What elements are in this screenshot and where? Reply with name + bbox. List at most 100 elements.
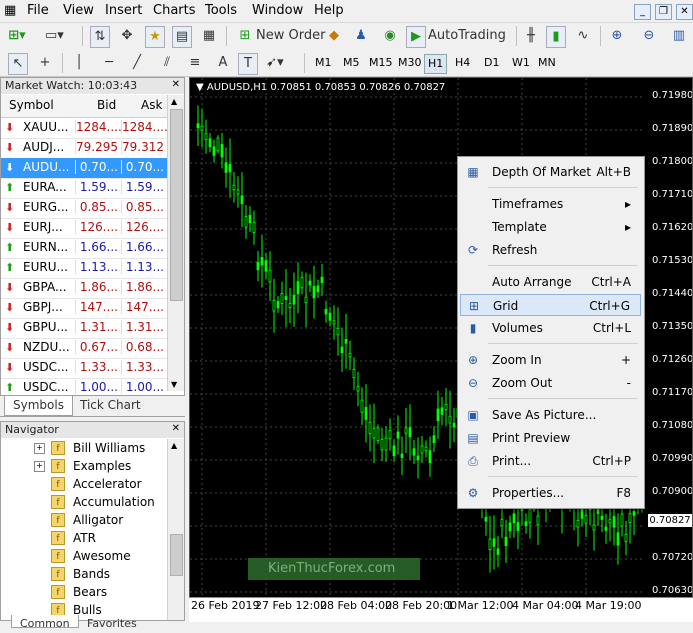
market-watch-row[interactable]: ⬇ USDC... 1.33... 1.33... xyxy=(1,358,169,379)
crosshair-icon[interactable]: + xyxy=(36,53,54,73)
navigator-item[interactable]: f Accelerator xyxy=(1,476,169,494)
timeframe-h4[interactable]: H4 xyxy=(452,54,473,72)
market-watch-row[interactable]: ⬇ GBPU... 1.31... 1.31... xyxy=(1,318,169,339)
line-chart-icon[interactable]: ∿ xyxy=(574,26,592,46)
expand-icon[interactable]: + xyxy=(34,461,45,472)
signals-icon[interactable]: ◉ xyxy=(381,26,399,46)
market-watch-row[interactable]: ⬇ GBPA... 1.86... 1.86... xyxy=(1,278,169,299)
menu-item-timeframes[interactable]: Timeframes ▸ xyxy=(460,193,641,215)
timeframe-d1[interactable]: D1 xyxy=(481,54,502,72)
menu-item-depth-of-market[interactable]: ▦ Depth Of Market Alt+B xyxy=(460,161,641,183)
navigator-icon[interactable]: ★ xyxy=(145,26,165,48)
app-icon[interactable]: ▦ xyxy=(4,3,16,18)
menu-item-template[interactable]: Template ▸ xyxy=(460,216,641,238)
vertical-line-icon[interactable]: │ xyxy=(70,53,88,73)
candle-body xyxy=(220,143,224,158)
market-watch-row[interactable]: ⬇ AUDJ... 79.295 79.312 xyxy=(1,138,169,159)
strategy-tester-icon[interactable]: ▦ xyxy=(200,26,218,46)
candlestick-icon[interactable]: ▮ xyxy=(546,26,566,48)
menu-item-refresh[interactable]: ⟳ Refresh xyxy=(460,239,641,261)
navigator-item[interactable]: f Accumulation xyxy=(1,494,169,512)
navigator-item[interactable]: + f Bill Williams xyxy=(1,440,169,458)
trendline-icon[interactable]: ╱ xyxy=(128,53,146,73)
navigator-item[interactable]: f Bands xyxy=(1,566,169,584)
market-watch-row[interactable]: ⬇ EURG... 0.85... 0.85... xyxy=(1,198,169,219)
expand-icon[interactable]: + xyxy=(34,443,45,454)
column-ask[interactable]: Ask xyxy=(141,98,162,112)
new-order-button[interactable]: New Order xyxy=(256,26,325,46)
navigator-scrollbar[interactable]: ▲ xyxy=(167,439,184,620)
tab-favorites[interactable]: Favorites xyxy=(79,615,145,630)
tab-symbols[interactable]: Symbols xyxy=(4,396,73,416)
timeframe-mn[interactable]: MN xyxy=(535,54,559,72)
arrows-icon[interactable]: ➹▾ xyxy=(266,53,284,73)
terminal-icon[interactable]: ▤ xyxy=(172,26,192,48)
timeframe-m30[interactable]: M30 xyxy=(395,54,425,72)
timeframe-m15[interactable]: M15 xyxy=(366,54,396,72)
minimize-icon[interactable]: _ xyxy=(634,4,651,20)
menu-help[interactable]: Help xyxy=(314,3,344,18)
market-watch-row[interactable]: ⬆ EURA... 1.59... 1.59... xyxy=(1,178,169,199)
account-icon[interactable]: ♟ xyxy=(352,26,370,46)
menu-item-save-as-picture[interactable]: ▣ Save As Picture... xyxy=(460,404,641,426)
zoom-in-toolbar-icon[interactable]: ⊕ xyxy=(608,26,626,46)
column-bid[interactable]: Bid xyxy=(97,98,116,112)
market-watch-row[interactable]: ⬆ EURN... 1.66... 1.66... xyxy=(1,238,169,259)
timeframe-m5[interactable]: M5 xyxy=(340,54,363,72)
menu-item-print-preview[interactable]: ▤ Print Preview xyxy=(460,427,641,449)
navigator-item[interactable]: f Alligator xyxy=(1,512,169,530)
navigator-close-icon[interactable]: ✕ xyxy=(172,423,180,434)
market-watch-icon[interactable]: ⇅ xyxy=(90,26,110,48)
navigator-item[interactable]: f ATR xyxy=(1,530,169,548)
tab-common[interactable]: Common xyxy=(11,615,79,630)
market-watch-row[interactable]: ⬇ GBPJ... 147.... 147.... xyxy=(1,298,169,319)
menu-item-print[interactable]: ⎙ Print... Ctrl+P xyxy=(460,450,641,472)
market-watch-row[interactable]: ⬇ NZDU... 0.67... 0.68... xyxy=(1,338,169,359)
autotrading-icon[interactable]: ▶ xyxy=(406,26,426,48)
timeframe-m1[interactable]: M1 xyxy=(312,54,335,72)
timeframe-w1[interactable]: W1 xyxy=(509,54,533,72)
menu-item-grid[interactable]: ⊞ Grid Ctrl+G xyxy=(460,294,641,316)
market-watch-row[interactable]: ⬆ EURU... 1.13... 1.13... xyxy=(1,258,169,279)
menu-item-auto-arrange[interactable]: Auto Arrange Ctrl+A xyxy=(460,271,641,293)
fibonacci-icon[interactable]: ≡ xyxy=(186,53,204,73)
market-watch-row[interactable]: ⬇ XAUU... 1284.... 1284.... xyxy=(1,118,169,139)
tab-tick-chart[interactable]: Tick Chart xyxy=(72,396,149,415)
menu-view[interactable]: View xyxy=(63,3,94,18)
horizontal-line-icon[interactable]: ─ xyxy=(100,53,118,73)
crosshair-move-icon[interactable]: ✥ xyxy=(118,26,136,46)
market-watch-scrollbar[interactable]: ▲ ▼ xyxy=(167,95,184,391)
navigator-item[interactable]: + f Examples xyxy=(1,458,169,476)
candle-body xyxy=(512,513,516,524)
menu-window[interactable]: Window xyxy=(252,3,303,18)
text-label-icon[interactable]: T xyxy=(238,53,258,75)
column-symbol[interactable]: Symbol xyxy=(9,98,54,112)
profiles-icon[interactable]: ▭▾ xyxy=(45,26,64,46)
new-order-icon[interactable]: ⊞ xyxy=(236,26,254,46)
menu-item-properties[interactable]: ⚙ Properties... F8 xyxy=(460,482,641,504)
menu-item-zoom-out[interactable]: ⊖ Zoom Out - xyxy=(460,372,641,394)
navigator-item[interactable]: f Bears xyxy=(1,584,169,602)
bar-chart-icon[interactable]: ╫ xyxy=(522,26,540,46)
market-watch-close-icon[interactable]: ✕ xyxy=(172,79,180,90)
metaeditor-icon[interactable]: ◆ xyxy=(325,26,343,46)
market-watch-row[interactable]: ⬇ EURJ... 126.... 126.... xyxy=(1,218,169,239)
menu-insert[interactable]: Insert xyxy=(105,3,142,18)
equidistant-channel-icon[interactable]: ⫽ xyxy=(158,53,176,73)
menu-item-zoom-in[interactable]: ⊕ Zoom In + xyxy=(460,349,641,371)
close-icon[interactable]: ✕ xyxy=(676,4,693,20)
restore-icon[interactable]: ❐ xyxy=(655,4,672,20)
new-chart-icon[interactable]: ⊞▾ xyxy=(8,26,26,46)
navigator-item[interactable]: f Awesome xyxy=(1,548,169,566)
timeframe-h1[interactable]: H1 xyxy=(424,54,448,74)
menu-tools[interactable]: Tools xyxy=(205,3,237,18)
menu-file[interactable]: File xyxy=(27,3,49,18)
cursor-icon[interactable]: ↖ xyxy=(8,53,28,75)
text-icon[interactable]: A xyxy=(214,53,232,73)
menu-charts[interactable]: Charts xyxy=(153,3,196,18)
tile-windows-icon[interactable]: ▥ xyxy=(670,26,688,46)
autotrading-button[interactable]: AutoTrading xyxy=(428,26,506,46)
menu-item-volumes[interactable]: ▮ Volumes Ctrl+L xyxy=(460,317,641,339)
market-watch-row[interactable]: ⬇ AUDU... 0.70... 0.70... xyxy=(1,158,169,179)
zoom-out-toolbar-icon[interactable]: ⊖ xyxy=(640,26,658,46)
